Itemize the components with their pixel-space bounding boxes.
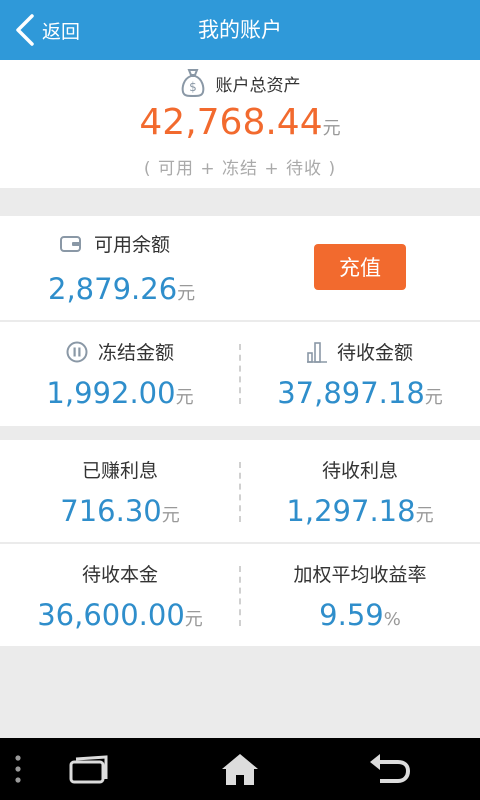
pause-icon xyxy=(66,341,88,362)
total-assets-formula: ( 可用 + 冻结 + 待收 ) xyxy=(143,159,337,179)
receivable-amount-unit: 元 xyxy=(424,387,443,408)
home-button[interactable] xyxy=(210,738,270,800)
menu-button[interactable] xyxy=(0,738,36,800)
pending-interest-cell: 待收利息 1,297.18元 xyxy=(240,440,480,542)
frozen-amount-cell: 冻结金额 1,992.00元 xyxy=(0,322,240,426)
pending-principal-unit: 元 xyxy=(184,609,203,630)
app-header: 返回 我的账户 xyxy=(0,0,480,60)
menu-dots-icon xyxy=(15,755,21,783)
wallet-icon xyxy=(60,235,81,252)
total-assets-label: 账户总资产 xyxy=(215,75,301,96)
total-assets-value: 42,768.44 xyxy=(139,102,323,143)
total-assets-amount: 42,768.44元 xyxy=(0,102,480,143)
system-back-button[interactable] xyxy=(360,738,420,800)
pending-interest-label: 待收利息 xyxy=(321,460,398,482)
earned-interest-label: 已赚利息 xyxy=(81,460,158,482)
principal-yield-card: 待收本金 36,600.00元 加权平均收益率 9.59% xyxy=(0,544,480,646)
weighted-yield-label: 加权平均收益率 xyxy=(293,564,427,586)
pending-principal-label: 待收本金 xyxy=(81,564,158,586)
receivable-amount-label: 待收金额 xyxy=(336,342,413,364)
pending-principal-cell: 待收本金 36,600.00元 xyxy=(0,544,240,646)
pending-interest-unit: 元 xyxy=(415,505,434,526)
earned-interest-value: 716.30 xyxy=(60,494,162,528)
weighted-yield-unit: % xyxy=(383,609,401,630)
bar-chart-icon xyxy=(306,341,327,363)
available-balance-unit: 元 xyxy=(177,283,196,304)
pending-interest-value: 1,297.18 xyxy=(286,494,416,528)
earned-interest-unit: 元 xyxy=(161,505,180,526)
receivable-amount-value: 37,897.18 xyxy=(277,376,425,410)
receivable-amount-cell: 待收金额 37,897.18元 xyxy=(240,322,480,426)
return-icon xyxy=(370,754,411,783)
recent-apps-button[interactable] xyxy=(60,738,120,800)
frozen-amount-label: 冻结金额 xyxy=(97,342,174,364)
earned-interest-cell: 已赚利息 716.30元 xyxy=(0,440,240,542)
available-balance-header: 可用余额 xyxy=(60,230,170,257)
frozen-amount-unit: 元 xyxy=(175,387,194,408)
home-icon xyxy=(222,754,258,785)
pending-principal-value: 36,600.00 xyxy=(37,598,185,632)
total-assets-panel: $ 账户总资产 42,768.44元 ( 可用 + 冻结 + 待收 ) xyxy=(0,60,480,188)
recent-apps-icon xyxy=(69,755,108,784)
money-bag-icon: $ xyxy=(181,69,204,98)
weighted-yield-value: 9.59 xyxy=(319,598,384,632)
available-balance-card: 可用余额 2,879.26元 充值 xyxy=(0,216,480,320)
weighted-yield-cell: 加权平均收益率 9.59% xyxy=(240,544,480,646)
available-balance-label: 可用余额 xyxy=(94,234,171,256)
page-title: 我的账户 xyxy=(198,18,282,42)
total-assets-unit: 元 xyxy=(322,118,341,139)
interest-card: 已赚利息 716.30元 待收利息 1,297.18元 xyxy=(0,440,480,542)
svg-text:$: $ xyxy=(189,80,197,94)
available-balance-amount: 2,879.26元 xyxy=(48,272,195,306)
frozen-amount-value: 1,992.00 xyxy=(46,376,176,410)
system-navigation-bar xyxy=(0,738,480,800)
available-balance-value: 2,879.26 xyxy=(48,272,178,306)
recharge-button[interactable]: 充值 xyxy=(314,244,406,290)
frozen-receivable-card: 冻结金额 1,992.00元 待收金额 37,897.18元 xyxy=(0,322,480,426)
